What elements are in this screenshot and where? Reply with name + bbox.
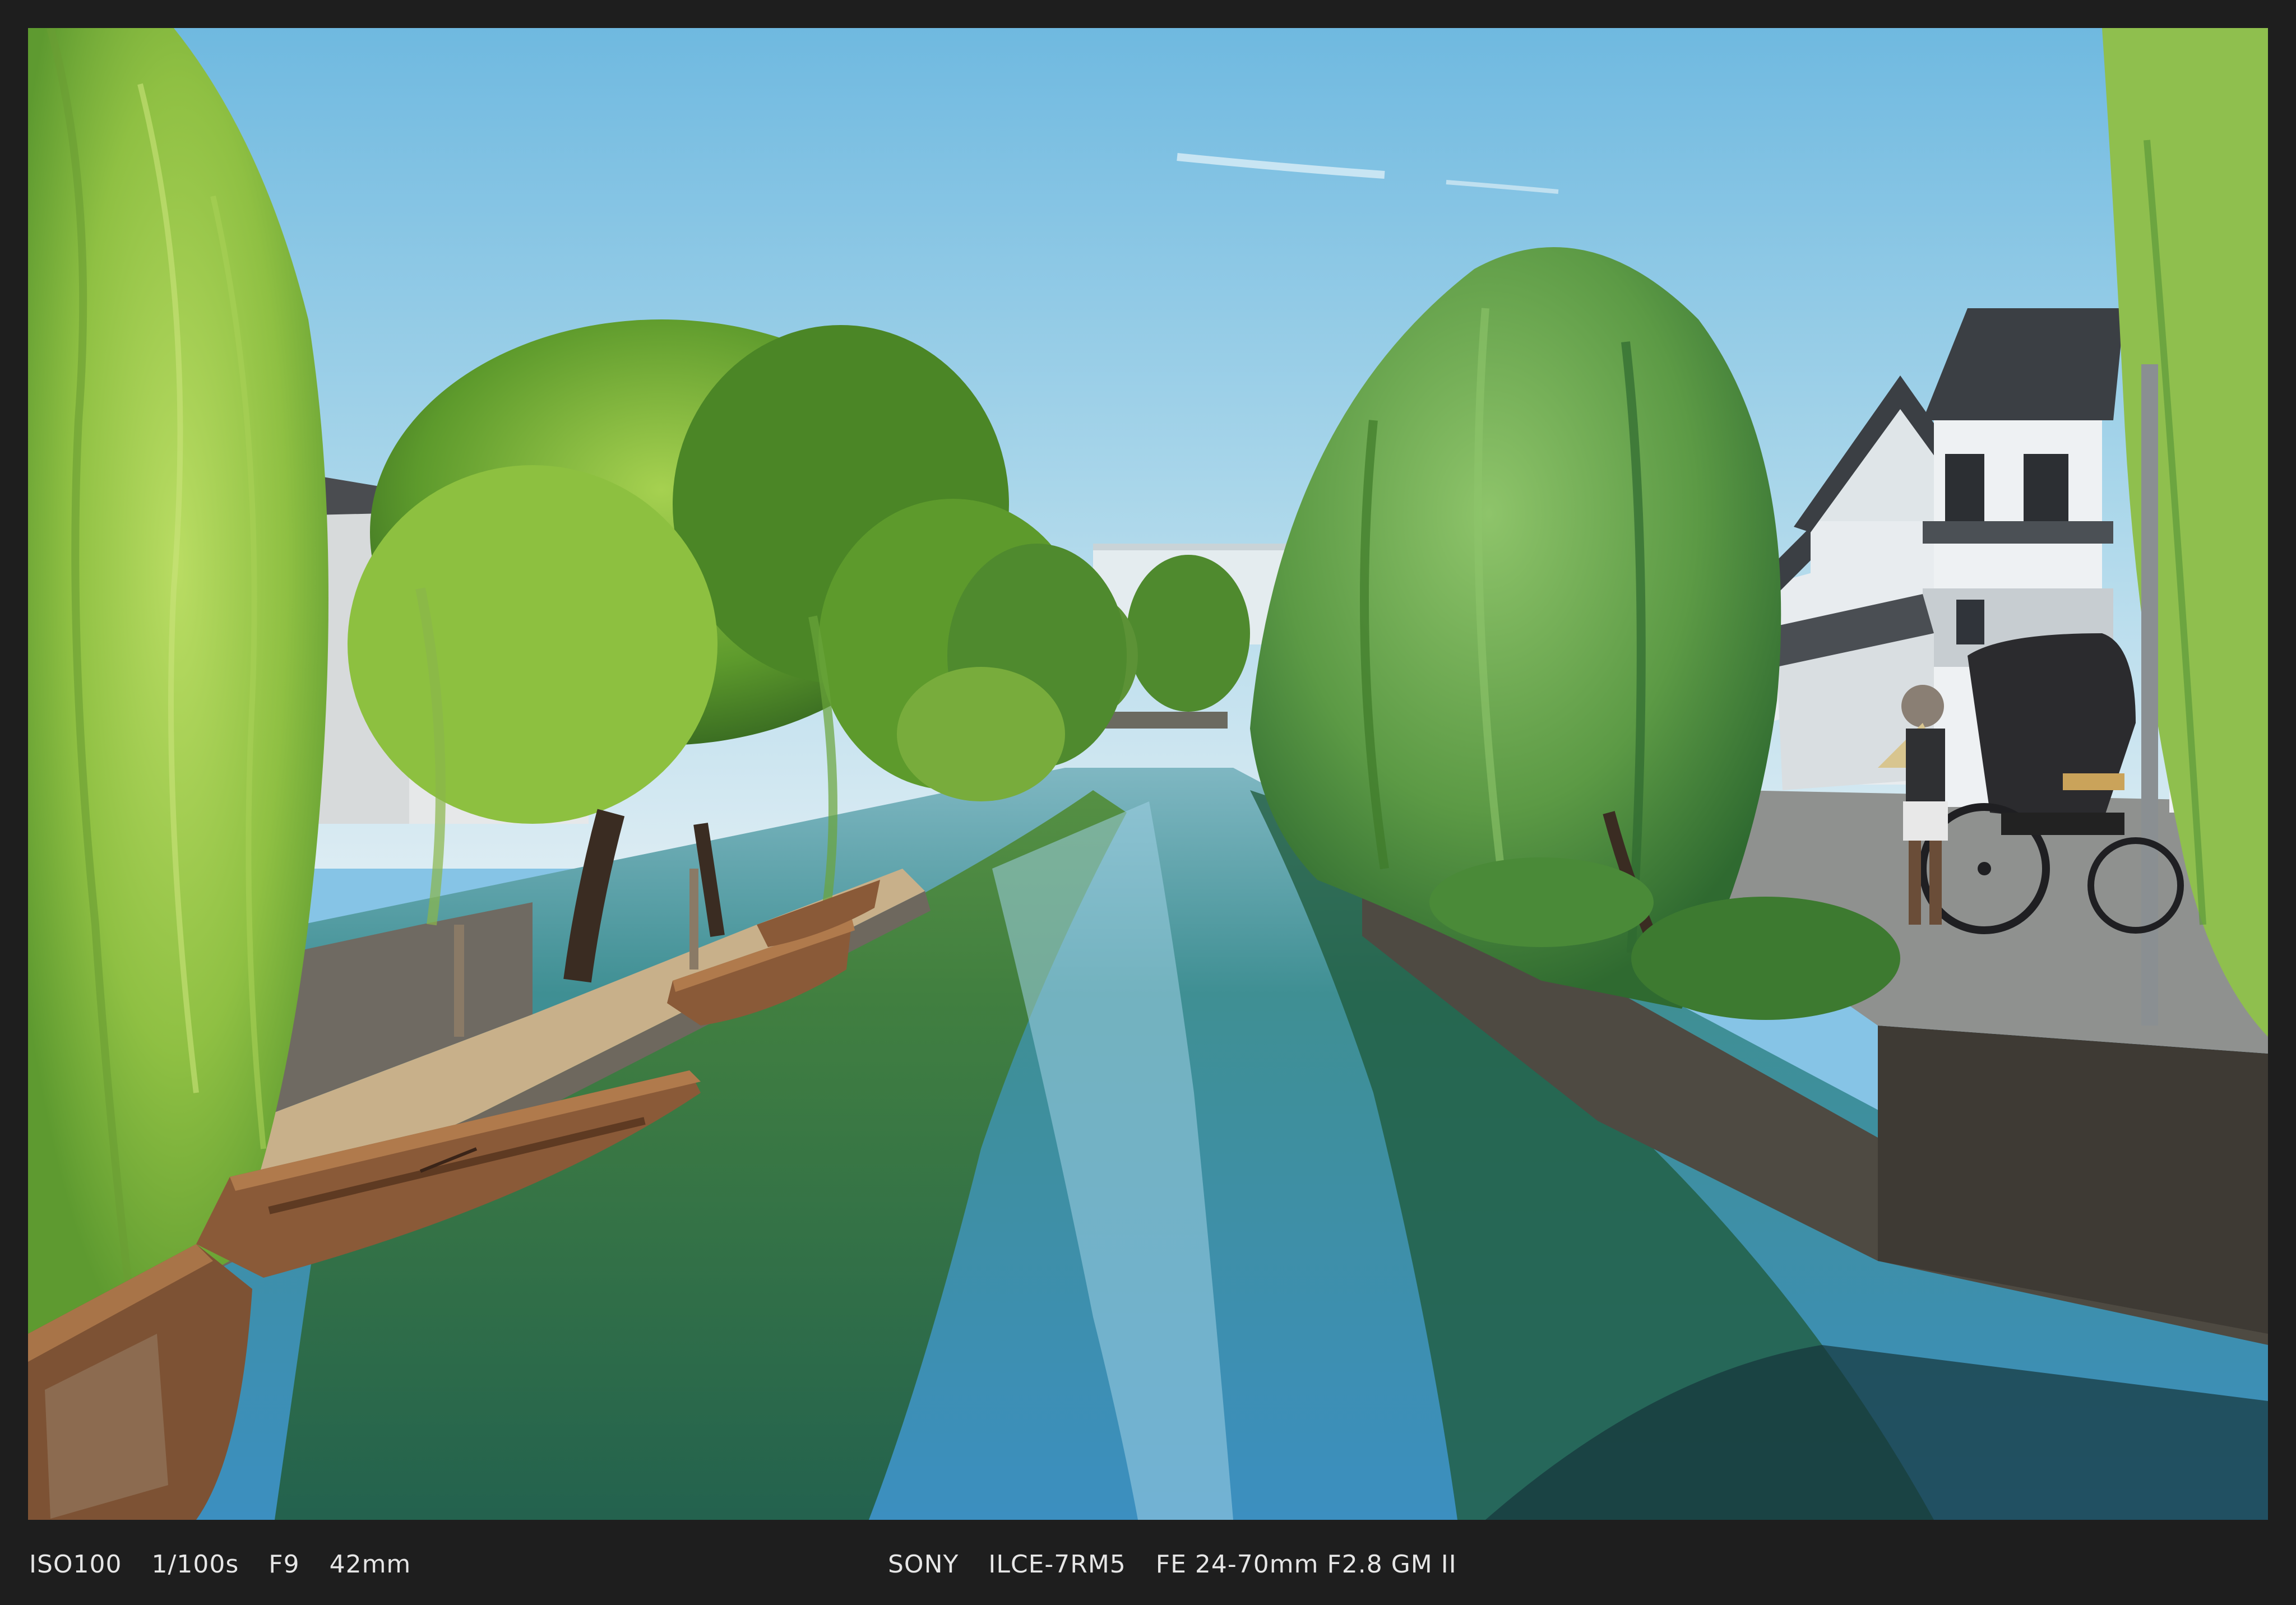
exif-camera-info: SONY ILCE-7RM5 FE 24-70mm F2.8 GM II bbox=[888, 1550, 1478, 1579]
mooring-post bbox=[454, 925, 464, 1037]
exif-aperture: F9 bbox=[269, 1550, 300, 1579]
exif-shooting-settings: ISO100 1/100s F9 42mm bbox=[29, 1550, 432, 1579]
distant-bridge bbox=[1104, 712, 1228, 729]
exif-brand: SONY bbox=[888, 1550, 959, 1579]
exif-bar: ISO100 1/100s F9 42mm SONY ILCE-7RM5 FE … bbox=[0, 1520, 2296, 1605]
canal-scene-illustration bbox=[28, 28, 2268, 1520]
exif-focal-length: 42mm bbox=[329, 1550, 411, 1579]
photo-frame: ISO100 1/100s F9 42mm SONY ILCE-7RM5 FE … bbox=[0, 0, 2296, 1605]
canal-photo bbox=[28, 28, 2268, 1520]
mooring-post bbox=[689, 869, 698, 970]
exif-iso: ISO100 bbox=[29, 1550, 122, 1579]
exif-shutter: 1/100s bbox=[151, 1550, 239, 1579]
distant-tree bbox=[1127, 555, 1250, 712]
exif-model: ILCE-7RM5 bbox=[988, 1550, 1126, 1579]
exif-lens: FE 24-70mm F2.8 GM II bbox=[1155, 1550, 1457, 1579]
shrub bbox=[1631, 897, 1900, 1020]
